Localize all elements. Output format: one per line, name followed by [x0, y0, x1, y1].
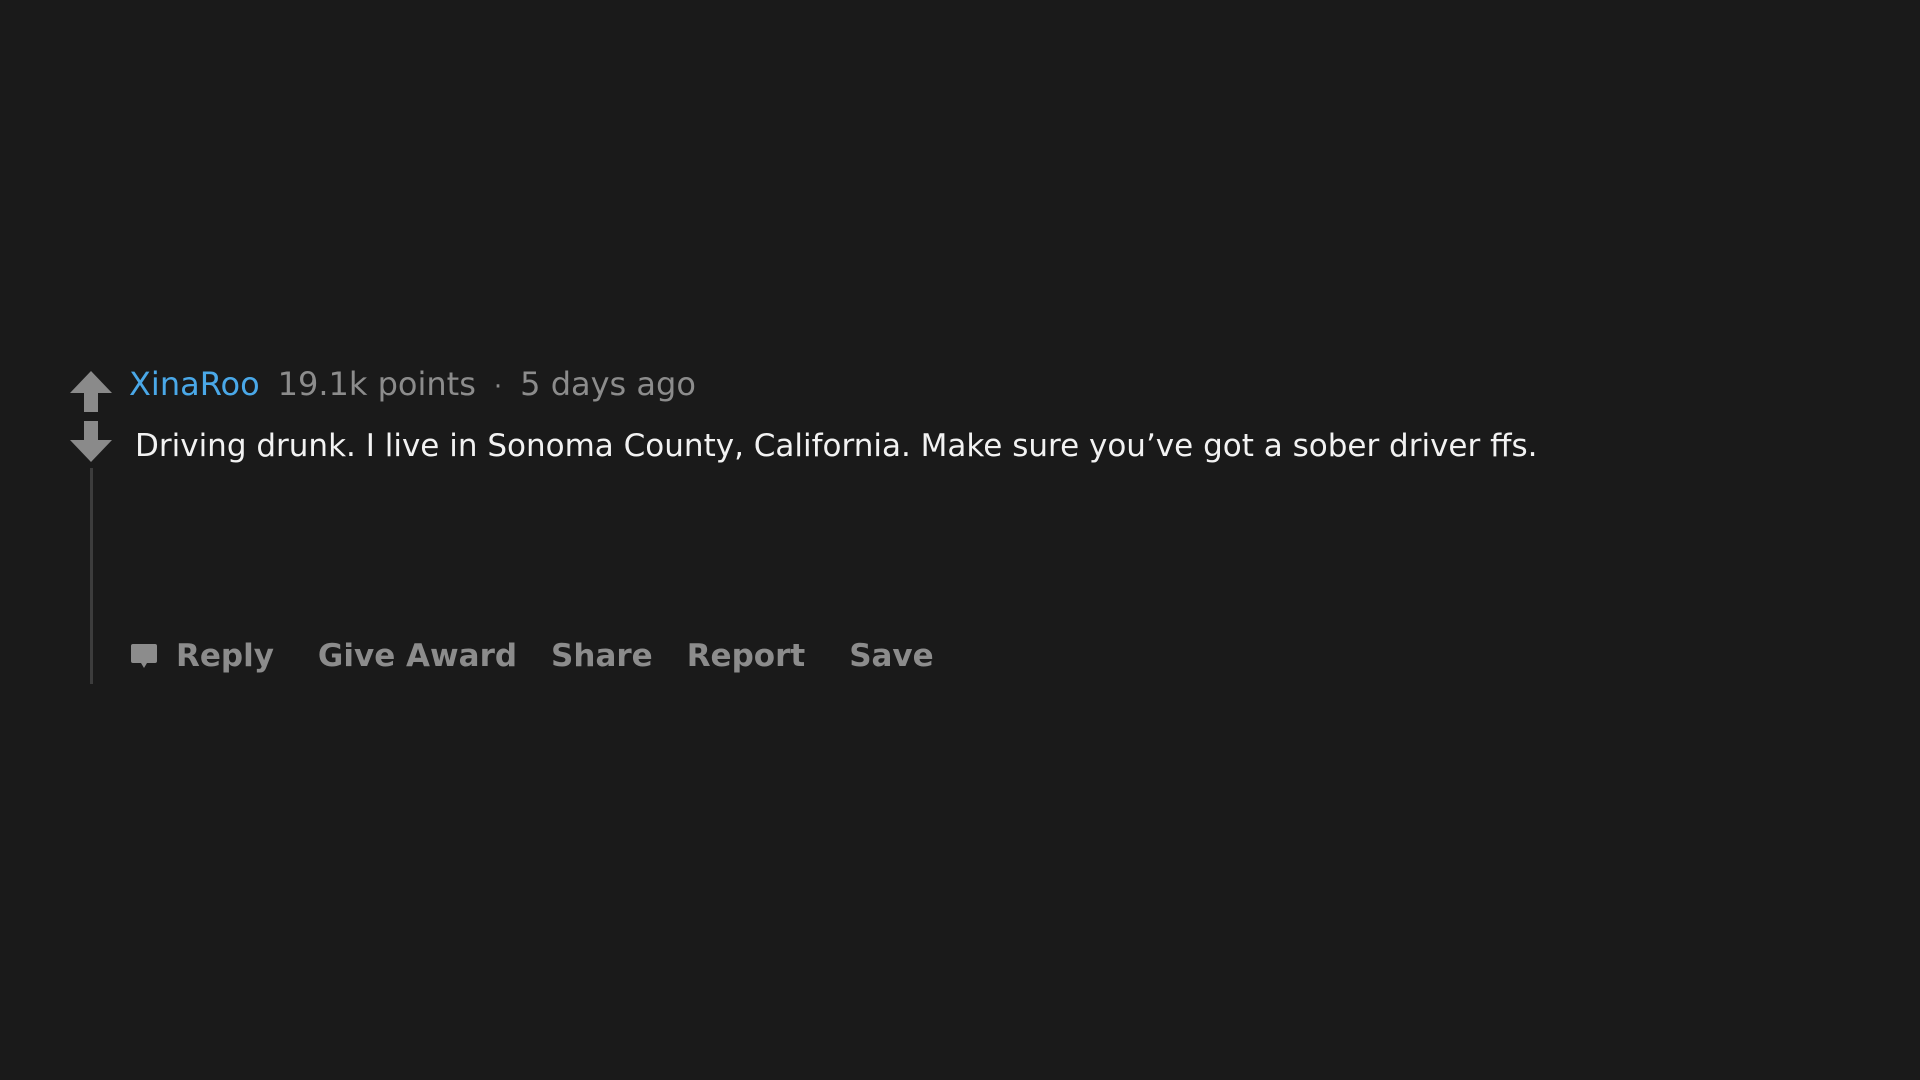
- upvote-button[interactable]: [70, 371, 112, 412]
- speech-bubble-icon: [131, 644, 157, 668]
- save-label: Save: [849, 638, 934, 674]
- thread-collapse-line[interactable]: [90, 468, 93, 684]
- comment-score: 19.1k points: [277, 365, 476, 403]
- downvote-button[interactable]: [70, 421, 112, 462]
- report-button[interactable]: Report: [687, 638, 806, 674]
- give-award-button[interactable]: Give Award: [318, 638, 517, 674]
- give-award-label: Give Award: [317, 638, 518, 674]
- reply-label: Reply: [176, 638, 274, 674]
- save-button[interactable]: Save: [849, 638, 933, 674]
- comment-author[interactable]: XinaRoo: [129, 365, 260, 403]
- comment-body: Driving drunk. I live in Sonoma County, …: [135, 428, 1538, 464]
- comment: XinaRoo 19.1k points · 5 days ago Driving d…: [0, 0, 1920, 1080]
- share-button[interactable]: Share: [551, 638, 653, 674]
- comment-meta: XinaRoo 19.1k points · 5 days ago: [129, 362, 696, 406]
- reply-button[interactable]: Reply: [130, 638, 274, 674]
- comment-time: 5 days ago: [520, 365, 696, 403]
- upvote-arrow-icon: [70, 371, 112, 412]
- downvote-arrow-icon: [70, 421, 112, 462]
- meta-separator: ·: [493, 372, 503, 402]
- comment-actions: Reply Give Award Share Report Save: [130, 634, 934, 678]
- report-label: Report: [686, 638, 806, 674]
- share-label: Share: [551, 638, 653, 674]
